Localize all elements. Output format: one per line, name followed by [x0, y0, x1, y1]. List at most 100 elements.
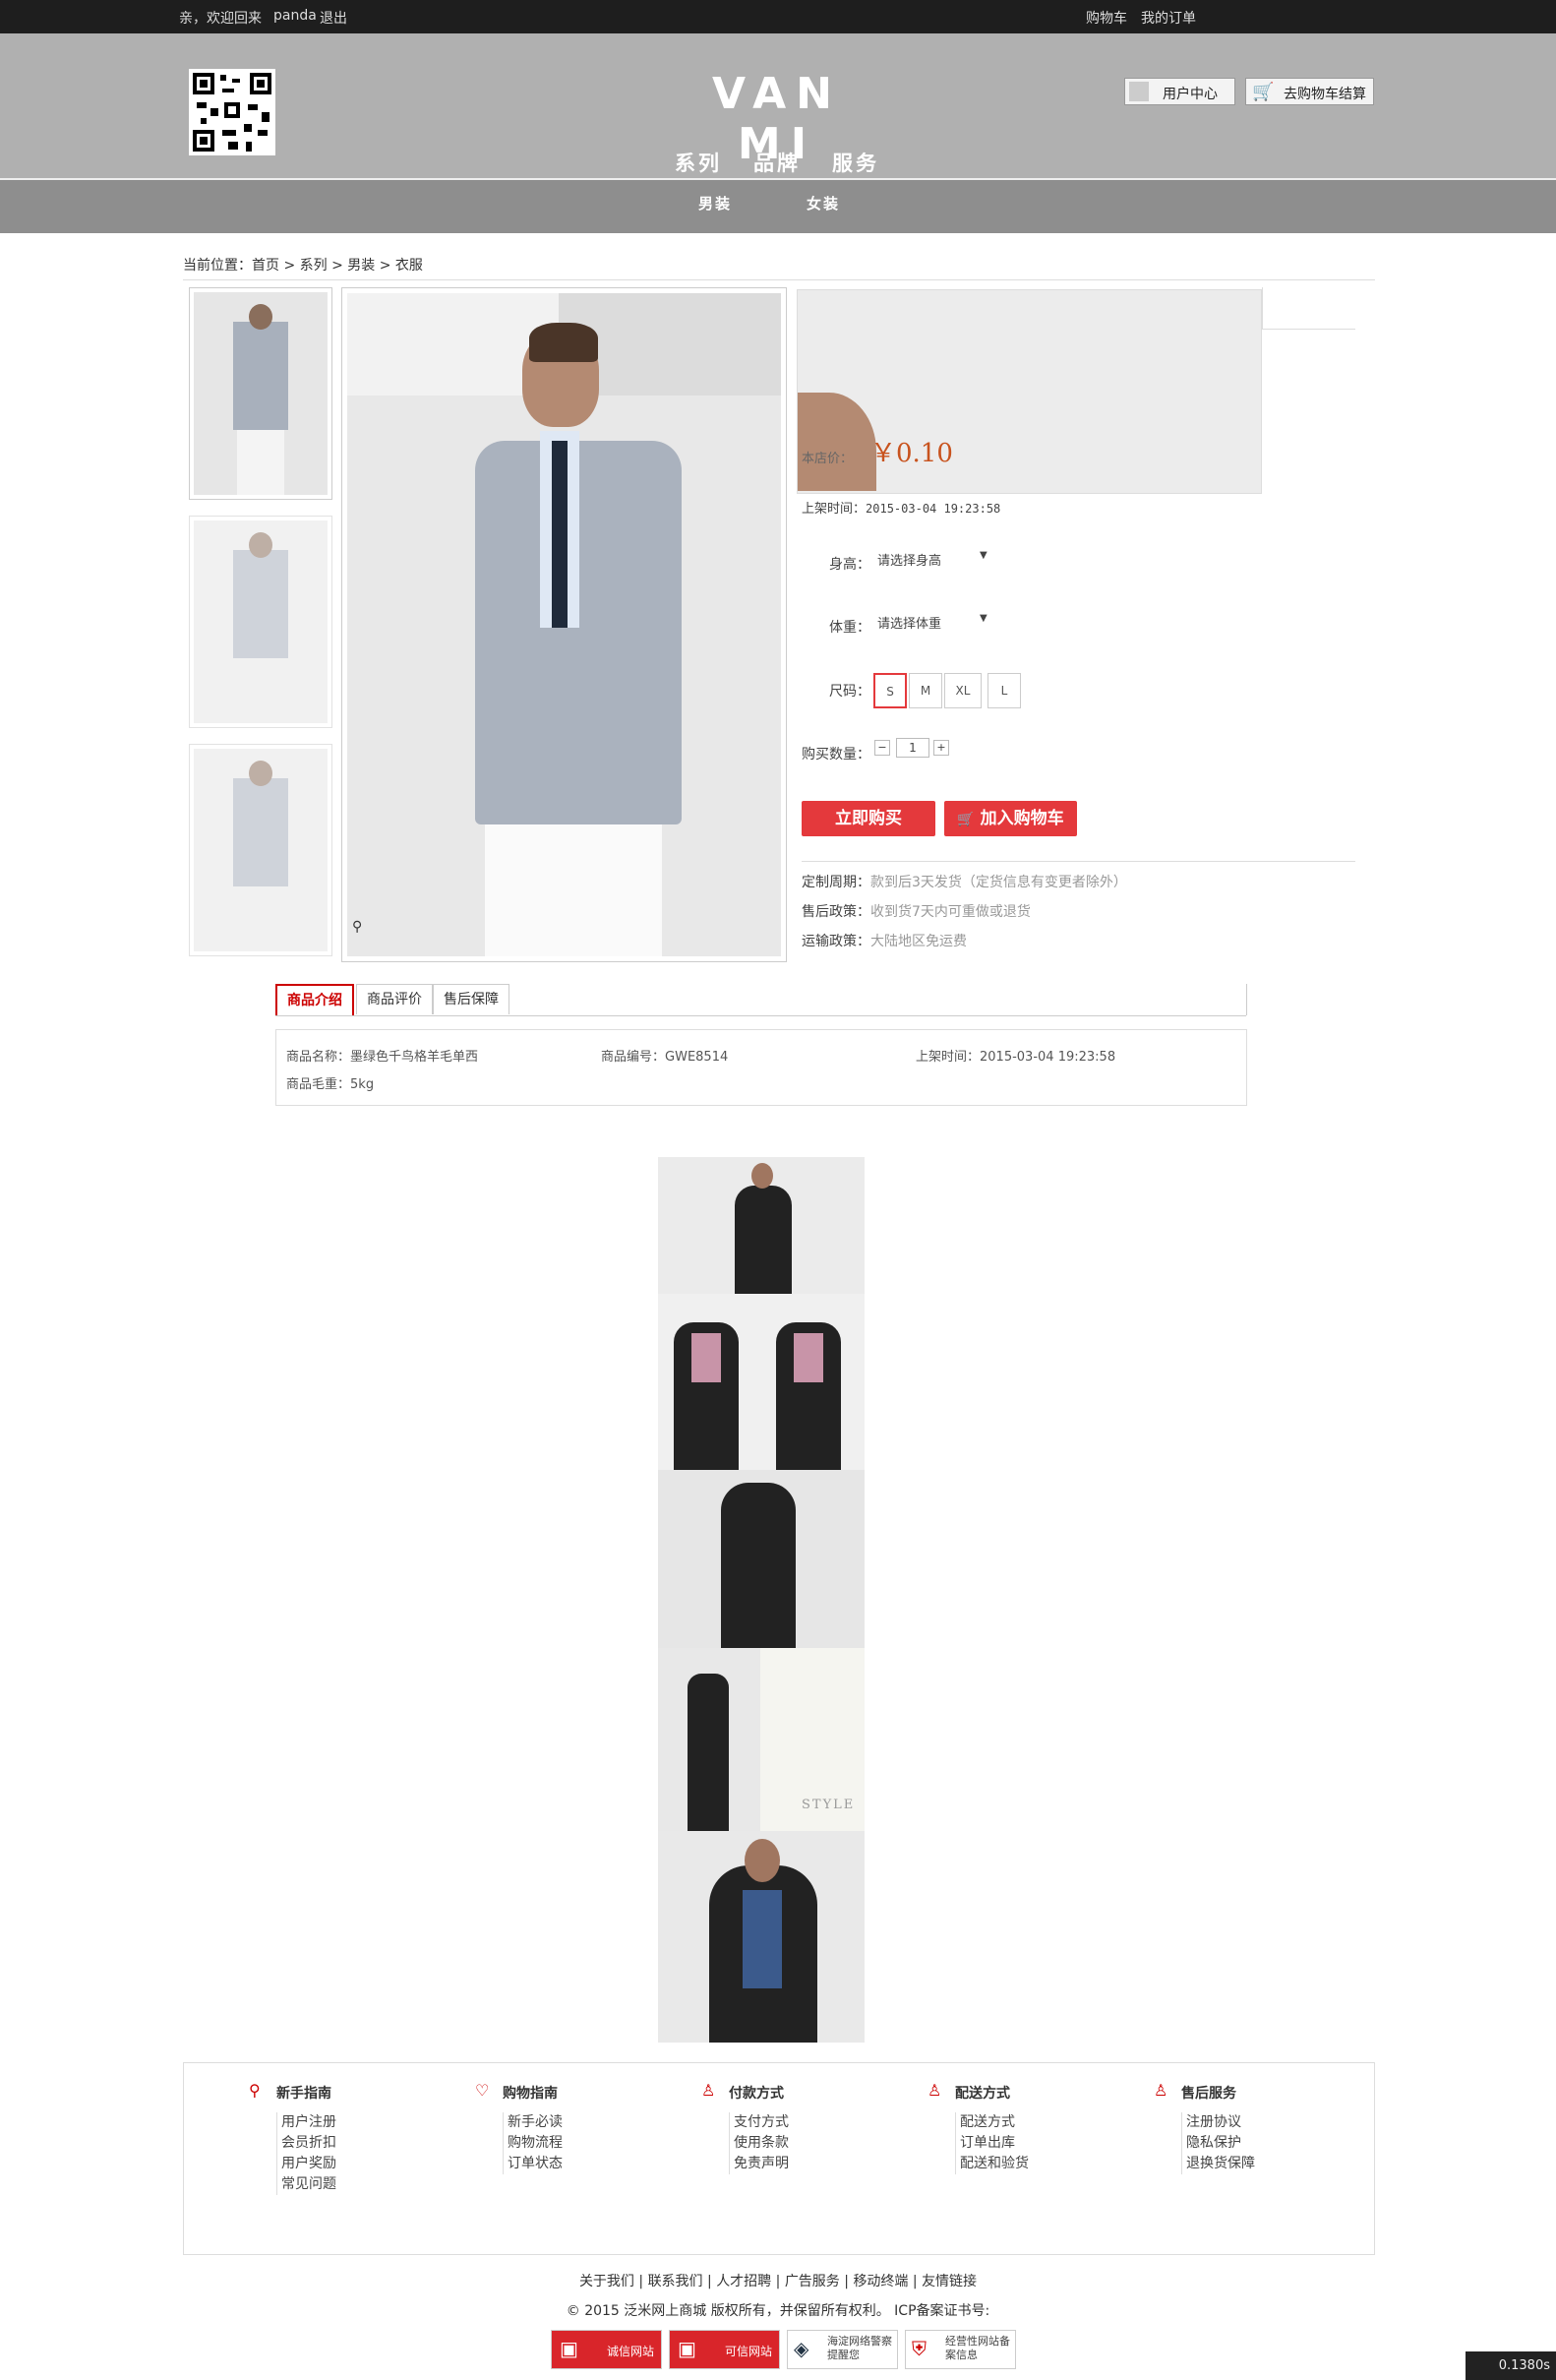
footer-link[interactable]: 移动终端: [853, 2274, 908, 2289]
footer-link[interactable]: 退换货保障: [1186, 2154, 1255, 2174]
detail-weight: 商品毛重：5kg: [286, 1073, 374, 1092]
breadcrumb-series[interactable]: 系列: [300, 258, 328, 274]
product-thumbnail[interactable]: [189, 744, 332, 956]
footer-link[interactable]: 用户奖励: [281, 2154, 336, 2174]
detail-value: 墨绿色千鸟格羊毛单西: [350, 1050, 479, 1065]
trust-badge[interactable]: ◈ 海淀网络警察提醒您: [787, 2330, 898, 2369]
footer-link[interactable]: 购物流程: [508, 2133, 563, 2154]
footer-link[interactable]: 支付方式: [734, 2112, 789, 2133]
footer-column-items: 用户注册 会员折扣 用户奖励 常见问题: [276, 2112, 336, 2195]
footer-link[interactable]: 常见问题: [281, 2174, 336, 2195]
detail-time: 上架时间：2015-03-04 19:23:58: [916, 1046, 1115, 1065]
breadcrumb-men[interactable]: 男装: [347, 258, 375, 274]
policy-label: 定制周期：: [802, 875, 870, 890]
footer-link[interactable]: 人才招聘: [716, 2274, 771, 2289]
footer-link[interactable]: 关于我们: [579, 2274, 634, 2289]
sub-nav: 男装 女装: [0, 178, 1556, 233]
divider: [802, 861, 1355, 862]
weight-select[interactable]: 请选择体重 ▼: [877, 613, 993, 635]
footer-help: ⚲ 新手指南 用户注册 会员折扣 用户奖励 常见问题 ♡ 购物指南 新手必读 购…: [183, 2062, 1375, 2255]
trust-badge[interactable]: ▣ 诚信网站: [551, 2330, 662, 2369]
breadcrumb-clothes[interactable]: 衣服: [395, 258, 423, 274]
welcome-text: 亲，欢迎回来: [179, 11, 262, 27]
height-select[interactable]: 请选择身高 ▼: [877, 550, 993, 572]
footer-link[interactable]: 用户注册: [281, 2112, 336, 2133]
style-text: STYLE: [802, 1798, 856, 1812]
size-option-l[interactable]: L: [987, 673, 1021, 708]
user-center-button[interactable]: 用户中心: [1124, 78, 1235, 105]
product-thumbnail[interactable]: [189, 516, 332, 728]
footer-column-items: 配送方式 订单出库 配送和验货: [955, 2112, 1029, 2174]
subnav-men[interactable]: 男装: [698, 193, 732, 214]
trust-badge[interactable]: ▣ 可信网站: [669, 2330, 780, 2369]
cart-link[interactable]: 购物车: [1086, 8, 1127, 28]
price-label: 本店价：: [802, 452, 854, 466]
thumbnail-image: [194, 520, 328, 723]
checkout-button[interactable]: 🛒 去购物车结算: [1245, 78, 1374, 105]
add-to-cart-button[interactable]: 🛒 加入购物车: [944, 801, 1077, 836]
credit-icon: ▣: [560, 2337, 578, 2360]
subnav-women[interactable]: 女装: [807, 193, 840, 214]
badge-label: 可信网站: [725, 2345, 773, 2358]
tab-warranty[interactable]: 售后保障: [433, 984, 509, 1014]
thumbnail-image: [194, 749, 328, 951]
footer-link[interactable]: 配送方式: [960, 2112, 1029, 2133]
trust-badge[interactable]: ⛨ 经营性网站备案信息: [905, 2330, 1016, 2369]
description-photo: [658, 1157, 865, 1294]
detail-value: 5kg: [350, 1077, 375, 1092]
footer-column: ♙ 售后服务 注册协议 隐私保护 退换货保障: [1154, 2081, 1255, 2174]
footer-link[interactable]: 订单状态: [508, 2154, 563, 2174]
buy-now-button[interactable]: 立即购买: [802, 801, 935, 836]
product-details: 商品名称：墨绿色千鸟格羊毛单西 商品编号：GWE8514 上架时间：2015-0…: [275, 1029, 1247, 1106]
nav-series[interactable]: 系列: [675, 148, 722, 177]
user-center-label: 用户中心: [1163, 87, 1218, 102]
nav-brand[interactable]: 品牌: [753, 148, 801, 177]
badge-label: 海淀网络警察提醒您: [827, 2335, 892, 2361]
description-photo: STYLE: [658, 1648, 865, 1831]
footer-link[interactable]: 隐私保护: [1186, 2133, 1255, 2154]
top-bar: 亲，欢迎回来 panda 退出 购物车 我的订单: [0, 0, 1556, 33]
divider: [1262, 287, 1263, 329]
size-option-m[interactable]: M: [909, 673, 942, 708]
breadcrumb-sep: >: [331, 258, 343, 274]
footer-column: ♙ 配送方式 配送方式 订单出库 配送和验货: [928, 2081, 1029, 2174]
detail-code: 商品编号：GWE8514: [601, 1046, 728, 1065]
orders-link[interactable]: 我的订单: [1141, 8, 1196, 28]
description-photo: [658, 1831, 865, 2043]
logout-link[interactable]: 退出: [320, 8, 347, 28]
quantity-decrease-button[interactable]: −: [874, 740, 890, 756]
size-option-xl[interactable]: XL: [944, 673, 982, 708]
footer-link[interactable]: 广告服务: [785, 2274, 840, 2289]
footer-link[interactable]: 会员折扣: [281, 2133, 336, 2154]
height-select-value: 请选择身高: [877, 554, 942, 569]
footer-link[interactable]: 订单出库: [960, 2133, 1029, 2154]
description-photo: [658, 1294, 865, 1470]
copyright: © 2015 泛米网上商城 版权所有，并保留所有权利。 ICP备案证书号:: [566, 2303, 990, 2319]
tab-reviews[interactable]: 商品评价: [356, 984, 433, 1014]
footer-link[interactable]: 友情链接: [922, 2274, 977, 2289]
breadcrumb-home[interactable]: 首页: [252, 258, 279, 274]
footer-link[interactable]: 新手必读: [508, 2112, 563, 2133]
product-thumbnail[interactable]: [189, 287, 332, 500]
policy-label: 运输政策：: [802, 934, 870, 949]
footer-link[interactable]: 联系我们: [648, 2274, 703, 2289]
page-timer: 0.1380s: [1466, 2351, 1556, 2380]
footer-link[interactable]: 注册协议: [1186, 2112, 1255, 2133]
breadcrumb-prefix: 当前位置：: [183, 258, 252, 274]
quantity-increase-button[interactable]: +: [933, 740, 949, 756]
quantity-input[interactable]: 1: [896, 738, 929, 758]
zoom-icon[interactable]: ⚲: [352, 919, 362, 935]
username-link[interactable]: panda: [273, 8, 317, 24]
footer-link[interactable]: 免责声明: [734, 2154, 789, 2174]
footer-column-title: 售后服务: [1181, 2086, 1236, 2102]
tab-intro[interactable]: 商品介绍: [275, 984, 354, 1015]
detail-name: 商品名称：墨绿色千鸟格羊毛单西: [286, 1046, 478, 1065]
footer-link[interactable]: 使用条款: [734, 2133, 789, 2154]
nav-service[interactable]: 服务: [832, 148, 879, 177]
detail-label: 上架时间：: [916, 1050, 981, 1065]
description-photo: [658, 1470, 865, 1648]
size-option-s[interactable]: S: [873, 673, 907, 708]
footer-link[interactable]: 配送和验货: [960, 2154, 1029, 2174]
main-product-image[interactable]: ⚲: [341, 287, 787, 962]
footer-column: ♙ 付款方式 支付方式 使用条款 免责声明: [701, 2081, 789, 2174]
